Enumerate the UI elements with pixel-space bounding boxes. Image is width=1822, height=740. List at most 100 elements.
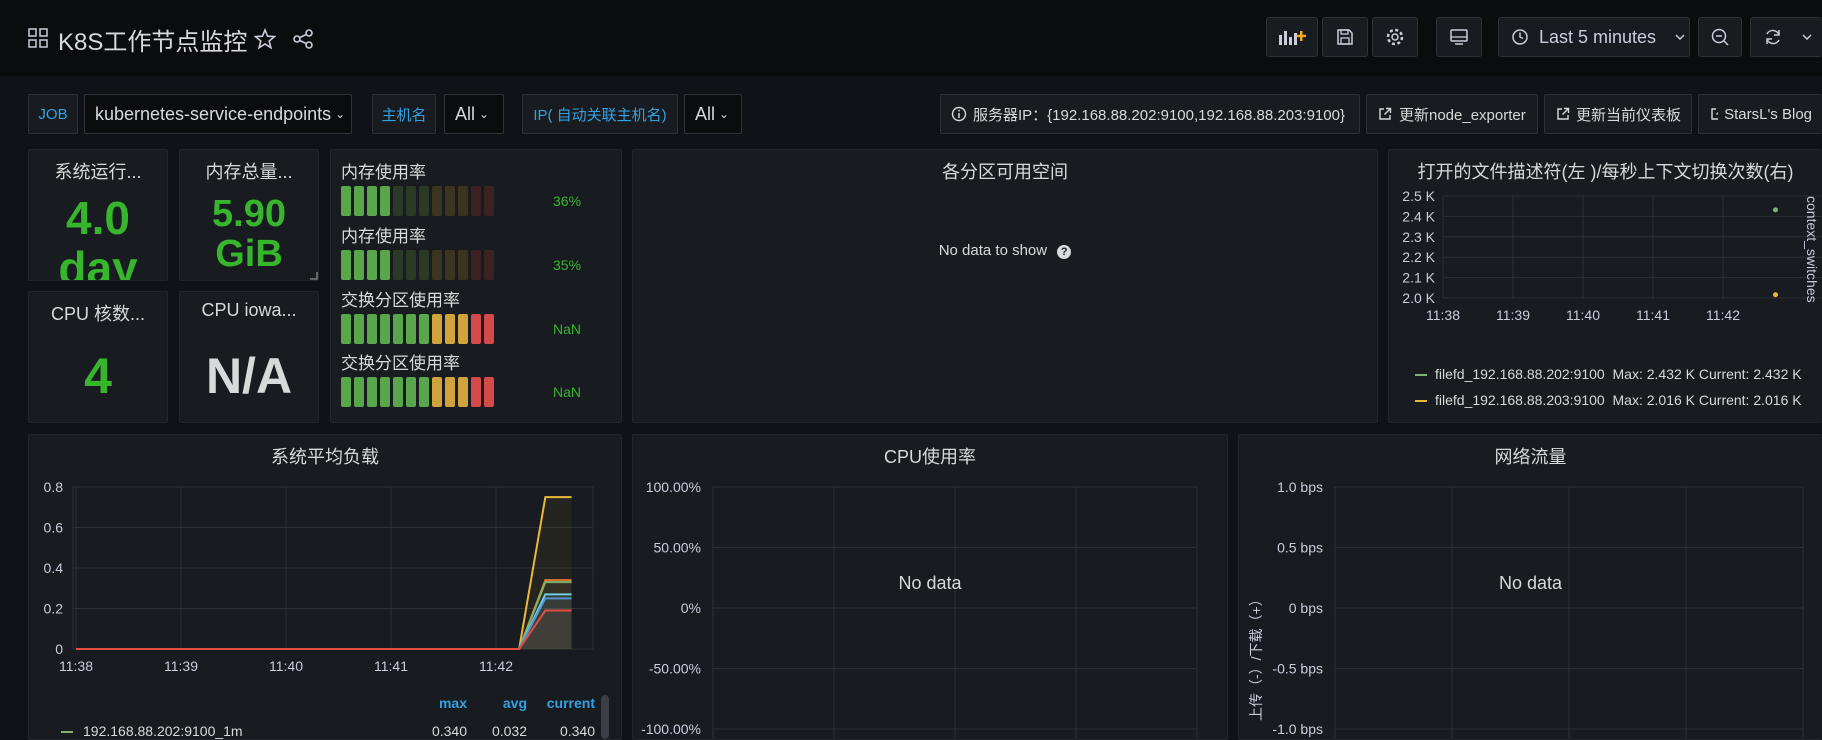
series-area: [76, 582, 572, 649]
add-panel-button[interactable]: [1266, 17, 1318, 57]
x-tick-label: 11:40: [1566, 307, 1600, 323]
gauge-cell: [445, 250, 455, 280]
panel-title[interactable]: 打开的文件描述符(左 )/每秒上下文切换次数(右): [1389, 158, 1822, 184]
legend-scrollbar[interactable]: [601, 695, 609, 739]
y-tick-label: 0%: [681, 600, 701, 616]
refresh-icon: [1766, 29, 1780, 45]
no-data-text: No data to show: [938, 242, 1048, 259]
time-range-picker[interactable]: Last 5 minutes: [1498, 17, 1690, 57]
view-mode-button[interactable]: [1436, 17, 1482, 57]
gauge-cell: [380, 186, 390, 216]
legend-item[interactable]: filefd_192.168.88.203:9100 Max: 2.016 K …: [1415, 392, 1802, 408]
job-variable-select[interactable]: kubernetes-service-endpoints ⌄: [84, 94, 352, 134]
update-node-exporter-text: 更新node_exporter: [1399, 106, 1526, 124]
cpu-chart[interactable]: 100.00% 50.00% 0% -50.00% -100.00%: [633, 471, 1228, 740]
gauge-cell: [354, 314, 364, 344]
gauge-cell: [419, 377, 429, 407]
series-area: [76, 598, 572, 649]
gauge-cell: [484, 186, 494, 216]
save-button[interactable]: [1322, 17, 1368, 57]
legend-series-stats: Max: 2.016 K Current: 2.016 K: [1612, 392, 1802, 408]
zoom-out-button[interactable]: [1698, 17, 1742, 57]
host-variable-select[interactable]: All ⌄: [444, 94, 504, 134]
gauge-cell: [432, 250, 442, 280]
legend-header-current[interactable]: current: [541, 695, 595, 711]
x-tick-label: 11:39: [1496, 307, 1530, 323]
panel-title[interactable]: CPU 核数...: [29, 300, 167, 326]
blog-link[interactable]: StarsL's Blog: [1698, 94, 1822, 134]
gauge-cell: [484, 377, 494, 407]
dashboard-grid-icon[interactable]: [28, 28, 48, 48]
series-area: [76, 497, 572, 649]
x-tick-label: 11:42: [479, 658, 513, 671]
panel-title[interactable]: 系统平均负载: [29, 443, 621, 469]
y-tick-label: 0.5 bps: [1277, 540, 1323, 556]
y-tick-label: -50.00%: [649, 661, 701, 677]
update-dashboard-text: 更新当前仪表板: [1575, 106, 1681, 124]
save-icon: [1337, 29, 1353, 45]
update-dashboard-link[interactable]: 更新当前仪表板: [1544, 94, 1692, 134]
y-axis-label: 上传（-）/下载（+）: [1248, 592, 1264, 721]
refresh-interval-chevron-icon[interactable]: [1801, 31, 1813, 43]
panel-title[interactable]: CPU使用率: [633, 443, 1227, 469]
dashboard-title[interactable]: K8S工作节点监控: [58, 22, 247, 57]
gauge-value: 36%: [553, 193, 582, 209]
settings-button[interactable]: [1372, 17, 1418, 57]
resize-handle-icon[interactable]: [310, 272, 318, 280]
gauge-cell: [406, 250, 416, 280]
cpu-iowait-value: N/A: [205, 348, 293, 404]
gauge-cell: [341, 377, 351, 407]
filefd-chart[interactable]: 2.0 K 2.1 K 2.2 K 2.3 K 2.4 K 2.5 K 11:38 11:39…: [1389, 186, 1822, 336]
gauge-value: NaN: [553, 321, 582, 337]
data-point: [1773, 207, 1778, 213]
legend-header-avg[interactable]: avg: [487, 695, 527, 711]
panel-title[interactable]: CPU iowa...: [180, 300, 318, 321]
data-point: [1773, 292, 1778, 298]
y-tick-label: 0 bps: [1289, 600, 1323, 616]
gauge-value: NaN: [553, 384, 582, 400]
load-average-panel: 系统平均负载 0 0.2 0.4 0.6 0.8 11:38 11:39 11:40 11:41…: [28, 434, 622, 740]
y-tick-label: 2.0 K: [1402, 290, 1435, 306]
y-tick-label: -1.0 bps: [1272, 721, 1323, 737]
gauge-cell: [393, 377, 403, 407]
gauge-cell: [419, 314, 429, 344]
legend-max-value: 0.340: [431, 723, 467, 739]
gauge-title: 内存使用率: [341, 227, 426, 246]
server-ip-link[interactable]: 服务器IP：{192.168.88.202:9100,192.168.88.20…: [940, 94, 1360, 134]
panel-title[interactable]: 网络流量: [1239, 443, 1822, 469]
external-link-icon: [1557, 107, 1570, 120]
load-chart[interactable]: 0 0.2 0.4 0.6 0.8 11:38 11:39 11:40 11:41 11:42: [29, 471, 622, 671]
gauge-cell: [341, 186, 351, 216]
gauge-cell: [471, 186, 481, 216]
cpu-cores-value: 4: [84, 348, 112, 404]
legend-header-max[interactable]: max: [427, 695, 467, 711]
legend-series-stats: Max: 2.432 K Current: 2.432 K: [1612, 366, 1802, 382]
gauge-cell: [445, 314, 455, 344]
info-icon: [951, 106, 967, 122]
gauge-cell: [484, 250, 494, 280]
gauge-cell: [432, 377, 442, 407]
update-node-exporter-link[interactable]: 更新node_exporter: [1366, 94, 1538, 134]
network-chart[interactable]: 1.0 bps 0.5 bps 0 bps -0.5 bps -1.0 bps 上传（-）…: [1239, 471, 1822, 740]
job-variable-value: kubernetes-service-endpoints: [95, 103, 332, 124]
y-tick-label: 2.1 K: [1402, 270, 1435, 286]
refresh-button[interactable]: [1750, 17, 1822, 57]
panel-title[interactable]: 各分区可用空间: [633, 158, 1377, 184]
memory-total-panel: 内存总量... 5.90 GiB: [179, 149, 319, 281]
y-tick-label: 1.0 bps: [1277, 479, 1323, 495]
legend-item[interactable]: 192.168.88.202:9100_1m: [61, 723, 243, 739]
panel-title[interactable]: 内存总量...: [180, 158, 318, 184]
panel-title[interactable]: 系统运行...: [29, 158, 167, 184]
monitor-icon: [1450, 29, 1468, 45]
gauge-cell: [367, 250, 377, 280]
share-icon[interactable]: [292, 28, 314, 53]
legend-item[interactable]: filefd_192.168.88.202:9100 Max: 2.432 K …: [1415, 366, 1802, 382]
question-icon[interactable]: ?: [1057, 245, 1072, 259]
star-icon[interactable]: [253, 27, 277, 53]
series-line: [76, 581, 572, 650]
ip-variable-select[interactable]: All ⌄: [684, 94, 742, 134]
x-tick-label: 11:38: [1426, 307, 1460, 323]
legend-series-name: filefd_192.168.88.203:9100: [1435, 392, 1605, 408]
gauge-cell: [419, 250, 429, 280]
gauge-cell: [406, 377, 416, 407]
